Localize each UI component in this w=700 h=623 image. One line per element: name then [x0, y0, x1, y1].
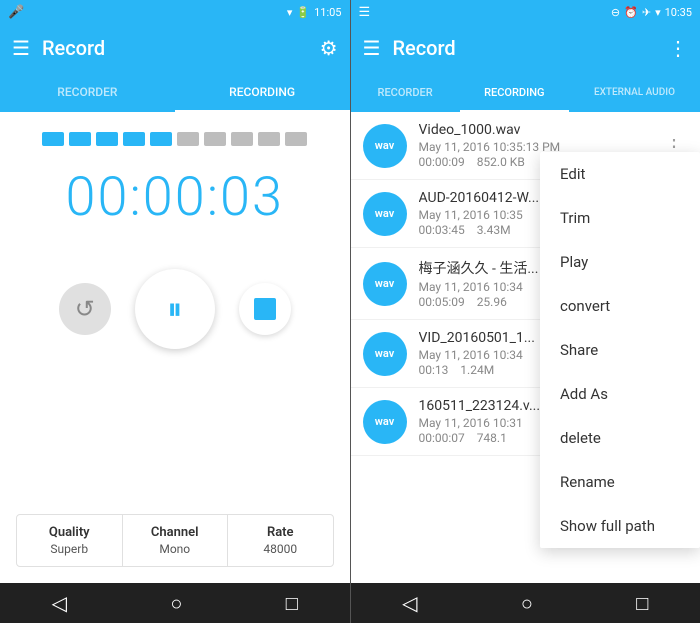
left-settings-icon[interactable]: ⚙	[320, 36, 338, 60]
wav-badge-3: wav	[363, 332, 407, 376]
right-menu-small-icon: ☰	[359, 5, 371, 20]
wav-badge-2: wav	[363, 262, 407, 306]
menu-add-as[interactable]: Add As	[540, 372, 700, 416]
right-app-title: Record	[392, 36, 656, 60]
left-screen: 🎤 ▾ 🔋 11:05 ☰ Record ⚙ RECORDER RECORDIN…	[0, 0, 350, 623]
level-bar-9	[258, 132, 280, 146]
rate-value: 48000	[240, 542, 321, 556]
rate-label: Rate	[240, 525, 321, 540]
pause-button[interactable]: ⏸	[135, 269, 215, 349]
menu-delete[interactable]: delete	[540, 416, 700, 460]
pause-icon: ⏸	[167, 292, 182, 327]
level-bar-3	[96, 132, 118, 146]
stop-icon	[254, 298, 276, 320]
menu-play[interactable]: Play	[540, 240, 700, 284]
level-bars	[42, 132, 307, 146]
wav-badge-0: wav	[363, 124, 407, 168]
channel-value: Mono	[135, 542, 216, 556]
info-row: Quality Superb Channel Mono Rate 48000	[16, 514, 334, 567]
right-more-icon[interactable]: ⋮	[668, 36, 688, 60]
right-app-header: ☰ Record ⋮	[351, 24, 700, 72]
bluetooth-icon: ✈	[642, 6, 651, 19]
controls: ↺ ⏸	[59, 269, 291, 349]
recording-list: wav Video_1000.wav May 11, 2016 10:35:13…	[351, 112, 700, 583]
left-app-title: Record	[42, 36, 308, 60]
tab-recorder-left[interactable]: RECORDER	[0, 72, 175, 112]
level-bar-7	[204, 132, 226, 146]
level-bar-1	[42, 132, 64, 146]
left-status-left: 🎤	[8, 5, 24, 20]
level-bar-4	[123, 132, 145, 146]
menu-rename[interactable]: Rename	[540, 460, 700, 504]
menu-show-full-path[interactable]: Show full path	[540, 504, 700, 548]
left-tabs: RECORDER RECORDING	[0, 72, 350, 112]
wav-badge-4: wav	[363, 400, 407, 444]
block-icon: ⊖	[611, 6, 620, 19]
menu-convert[interactable]: convert	[540, 284, 700, 328]
quality-label: Quality	[29, 525, 110, 540]
left-status-right: ▾ 🔋 11:05	[287, 6, 342, 19]
wav-badge-1: wav	[363, 192, 407, 236]
channel-label: Channel	[135, 525, 216, 540]
level-bar-5	[150, 132, 172, 146]
right-recent-button[interactable]: □	[636, 591, 648, 616]
tab-recording-left[interactable]: RECORDING	[175, 72, 350, 112]
alarm-icon: ⏰	[624, 6, 638, 19]
battery-icon: 🔋	[296, 6, 310, 19]
right-nav-bar: ◁ ○ □	[351, 583, 700, 623]
recording-item-0[interactable]: wav Video_1000.wav May 11, 2016 10:35:13…	[351, 112, 700, 180]
quality-value: Superb	[29, 542, 110, 556]
tab-recorder-right[interactable]: RECORDER	[351, 72, 460, 112]
tab-recording-right[interactable]: RECORDING	[460, 72, 569, 112]
left-nav-bar: ◁ ○ □	[0, 583, 350, 623]
mic-icon: 🎤	[8, 5, 24, 20]
right-menu-icon[interactable]: ☰	[363, 36, 381, 60]
right-tabs: RECORDER RECORDING EXTERNAL AUDIO	[351, 72, 700, 112]
right-status-bar: ☰ ⊖ ⏰ ✈ ▾ 10:35	[351, 0, 700, 24]
right-status-right: ⊖ ⏰ ✈ ▾ 10:35	[611, 6, 692, 19]
recording-name-0: Video_1000.wav	[419, 122, 661, 138]
dropdown-menu: Edit Trim Play convert Share Add As dele…	[540, 152, 700, 548]
left-app-header: ☰ Record ⚙	[0, 24, 350, 72]
left-home-button[interactable]: ○	[170, 591, 182, 616]
wifi-icon: ▾	[287, 6, 293, 19]
signal-icon: ▾	[655, 6, 661, 19]
quality-cell: Quality Superb	[17, 515, 123, 566]
stop-button[interactable]	[239, 283, 291, 335]
level-bar-8	[231, 132, 253, 146]
level-bar-10	[285, 132, 307, 146]
menu-edit[interactable]: Edit	[540, 152, 700, 196]
rewind-button[interactable]: ↺	[59, 283, 111, 335]
level-bar-6	[177, 132, 199, 146]
left-recent-button[interactable]: □	[286, 591, 298, 616]
right-screen: ☰ ⊖ ⏰ ✈ ▾ 10:35 ☰ Record ⋮ RECORDER RECO…	[351, 0, 700, 623]
left-menu-icon[interactable]: ☰	[12, 36, 30, 60]
left-status-bar: 🎤 ▾ 🔋 11:05	[0, 0, 350, 24]
menu-share[interactable]: Share	[540, 328, 700, 372]
left-back-button[interactable]: ◁	[52, 591, 67, 615]
channel-cell: Channel Mono	[123, 515, 229, 566]
rate-cell: Rate 48000	[228, 515, 333, 566]
tab-external-audio[interactable]: EXTERNAL AUDIO	[569, 72, 700, 112]
rewind-icon: ↺	[75, 295, 95, 323]
timer-display: 00:00:03	[66, 166, 284, 229]
time-right: 10:35	[665, 6, 692, 19]
recorder-content: 00:00:03 ↺ ⏸ Quality Superb	[0, 112, 350, 583]
right-home-button[interactable]: ○	[521, 591, 533, 616]
right-status-left: ☰	[359, 5, 371, 20]
time-left: 11:05	[314, 6, 341, 19]
right-back-button[interactable]: ◁	[402, 591, 417, 615]
level-bar-2	[69, 132, 91, 146]
menu-trim[interactable]: Trim	[540, 196, 700, 240]
